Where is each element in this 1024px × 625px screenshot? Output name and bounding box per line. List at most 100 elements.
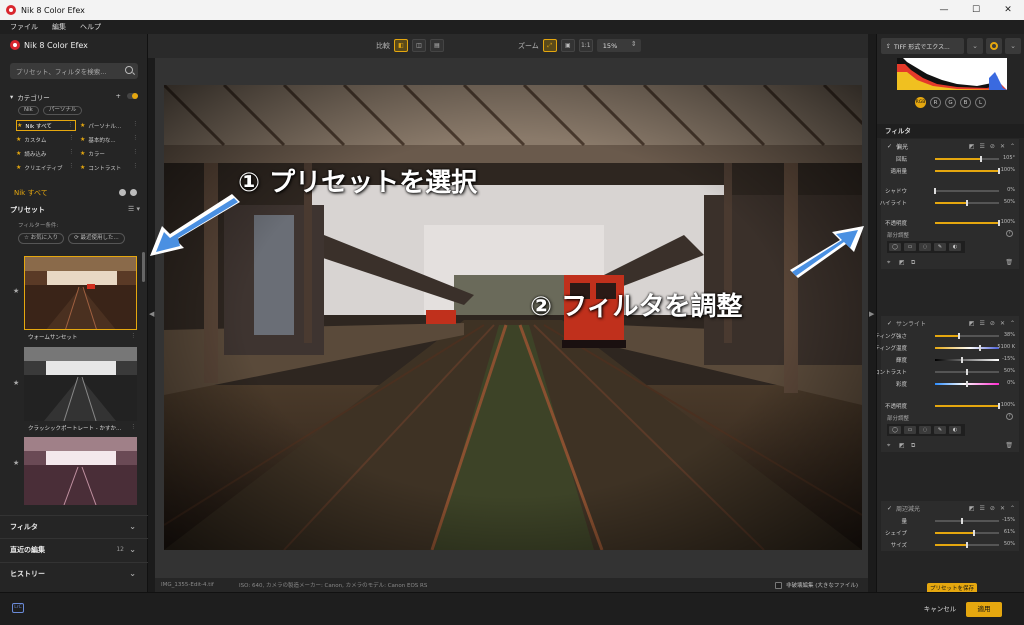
slider-knob[interactable]	[980, 156, 983, 162]
lasso-icon[interactable]: ◌	[919, 243, 931, 251]
slider-row[interactable]: ライティング強さ 38%	[877, 330, 1019, 342]
non-destructive-checkbox[interactable]	[774, 581, 782, 589]
brush-icon[interactable]: ✎	[934, 426, 946, 434]
enabled-check-icon[interactable]: ✓	[887, 320, 892, 327]
cancel-button[interactable]: キャンセル	[920, 603, 960, 616]
help-icon[interactable]: ?	[1006, 230, 1013, 237]
chevron-up-icon[interactable]: ⌃	[1010, 320, 1015, 327]
circle-mask-icon[interactable]: ◯	[889, 426, 901, 434]
slider-row[interactable]: 輝度 -15%	[881, 354, 1019, 366]
slider-track[interactable]	[935, 333, 999, 339]
enabled-check-icon[interactable]: ✓	[887, 143, 892, 150]
slider-row[interactable]: ライティング温度 5100 K	[877, 342, 1019, 354]
copy-icon[interactable]: ⧉	[911, 442, 915, 450]
filter-header[interactable]: ✓ サンライト ◩ ☰ ⊘ ✕ ⌃	[881, 316, 1019, 330]
close-icon[interactable]: ✕	[1000, 143, 1005, 150]
reset-icon[interactable]: ⊘	[990, 320, 995, 327]
export-format-button[interactable]: ⇪ TIFF 形式でエクス...	[881, 38, 964, 54]
slider-track[interactable]	[935, 530, 999, 536]
chevron-up-icon[interactable]: ⌃	[1010, 143, 1015, 150]
auto-mask-icon[interactable]: ◐	[949, 243, 961, 251]
delete-icon[interactable]: 🗑	[1005, 442, 1013, 449]
reset-icon[interactable]: ⊘	[990, 505, 995, 512]
channel-l[interactable]: L	[975, 97, 986, 108]
circle-mask-icon[interactable]: ◯	[889, 243, 901, 251]
slider-track[interactable]	[935, 168, 1000, 174]
slider-knob[interactable]	[973, 530, 976, 536]
slider-track[interactable]	[935, 369, 999, 375]
slider-knob[interactable]	[958, 333, 961, 339]
menu-icon[interactable]: ☰	[980, 320, 985, 327]
filter-header[interactable]: ✓ 偏光 ◩ ☰ ⊘ ✕ ⌃	[881, 139, 1019, 153]
slider-track[interactable]	[935, 200, 999, 206]
slider-row[interactable]: 不透明度 100%	[881, 400, 1019, 412]
slider-row[interactable]: シェイプ 61%	[881, 527, 1019, 539]
channel-rgb[interactable]: RGB	[915, 97, 926, 108]
slider-row[interactable]: 量 -15%	[881, 515, 1019, 527]
slider-track[interactable]	[934, 188, 999, 194]
slider-knob[interactable]	[978, 345, 981, 351]
slider-row[interactable]: 不透明度 100%	[881, 217, 1019, 229]
auto-mask-icon[interactable]: ◐	[949, 426, 961, 434]
slider-track[interactable]	[935, 345, 999, 351]
mask-view-icon[interactable]: ◩	[899, 442, 905, 449]
linear-mask-icon[interactable]: ▭	[904, 243, 916, 251]
mask-icon[interactable]: ◩	[969, 143, 975, 150]
slider-knob[interactable]	[960, 357, 963, 363]
slider-knob[interactable]	[966, 542, 968, 548]
lasso-icon[interactable]: ◌	[919, 426, 931, 434]
mask-icon[interactable]: ◩	[969, 320, 975, 327]
slider-row[interactable]: 彩度 0%	[881, 378, 1019, 390]
slider-knob[interactable]	[998, 168, 1000, 174]
reset-icon[interactable]: ⊘	[990, 143, 995, 150]
mask-icon[interactable]: ◩	[969, 505, 975, 512]
slider-knob[interactable]	[934, 188, 936, 194]
slider-track[interactable]	[935, 156, 999, 162]
enabled-check-icon[interactable]: ✓	[887, 505, 892, 512]
channel-r[interactable]: R	[930, 97, 941, 108]
slider-knob[interactable]	[966, 369, 968, 375]
save-preset-button[interactable]: プリセットを保存	[927, 583, 977, 592]
apply-button[interactable]: 適用	[966, 602, 1002, 617]
slider-track[interactable]	[935, 381, 999, 387]
non-destructive-option[interactable]: 非破壊編集 (大きなファイル)	[774, 581, 858, 589]
mask-pick-icon[interactable]: ⌖	[887, 442, 890, 450]
chevron-up-icon[interactable]: ⌃	[1010, 505, 1015, 512]
filter-header[interactable]: ✓ 周辺減光 ◩ ☰ ⊘ ✕ ⌃	[881, 501, 1019, 515]
channel-b[interactable]: B	[960, 97, 971, 108]
brush-icon[interactable]: ✎	[934, 243, 946, 251]
menu-icon[interactable]: ☰	[980, 505, 985, 512]
slider-track[interactable]	[935, 542, 999, 548]
slider-value: 100%	[1000, 402, 1015, 408]
slider-row[interactable]: コントラスト 50%	[877, 366, 1019, 378]
help-icon[interactable]: ?	[1006, 413, 1013, 420]
slider-row[interactable]: 適用量 100%	[881, 165, 1019, 177]
slider-knob[interactable]	[998, 220, 1000, 226]
slider-track[interactable]	[935, 357, 999, 363]
delete-icon[interactable]: 🗑	[1005, 259, 1013, 266]
slider-row[interactable]: 回転 105°	[881, 153, 1019, 165]
slider-row[interactable]: サイズ 50%	[881, 539, 1019, 551]
plugin-icon[interactable]	[986, 38, 1002, 54]
panel-dropdown-icon[interactable]: ⌄	[1005, 38, 1021, 54]
menu-icon[interactable]: ☰	[980, 143, 985, 150]
slider-knob[interactable]	[966, 200, 968, 206]
copy-icon[interactable]: ⧉	[911, 259, 915, 267]
linear-mask-icon[interactable]: ▭	[904, 426, 916, 434]
slider-fill	[935, 335, 960, 337]
channel-g[interactable]: G	[945, 97, 956, 108]
slider-knob[interactable]	[998, 403, 1000, 409]
slider-knob[interactable]	[966, 381, 968, 387]
slider-knob[interactable]	[960, 518, 963, 524]
slider-row[interactable]: ハイライト 50%	[880, 197, 1019, 209]
partial-adjust-label: 部分調整	[887, 233, 910, 239]
slider-track[interactable]	[935, 518, 999, 524]
mask-pick-icon[interactable]: ⌖	[887, 259, 890, 267]
slider-track[interactable]	[935, 220, 1000, 226]
mask-view-icon[interactable]: ◩	[899, 259, 905, 266]
slider-track[interactable]	[935, 403, 1000, 409]
close-icon[interactable]: ✕	[1000, 505, 1005, 512]
close-icon[interactable]: ✕	[1000, 320, 1005, 327]
slider-row[interactable]: シャドウ 0%	[881, 185, 1019, 197]
export-dropdown-icon[interactable]: ⌄	[967, 38, 983, 54]
